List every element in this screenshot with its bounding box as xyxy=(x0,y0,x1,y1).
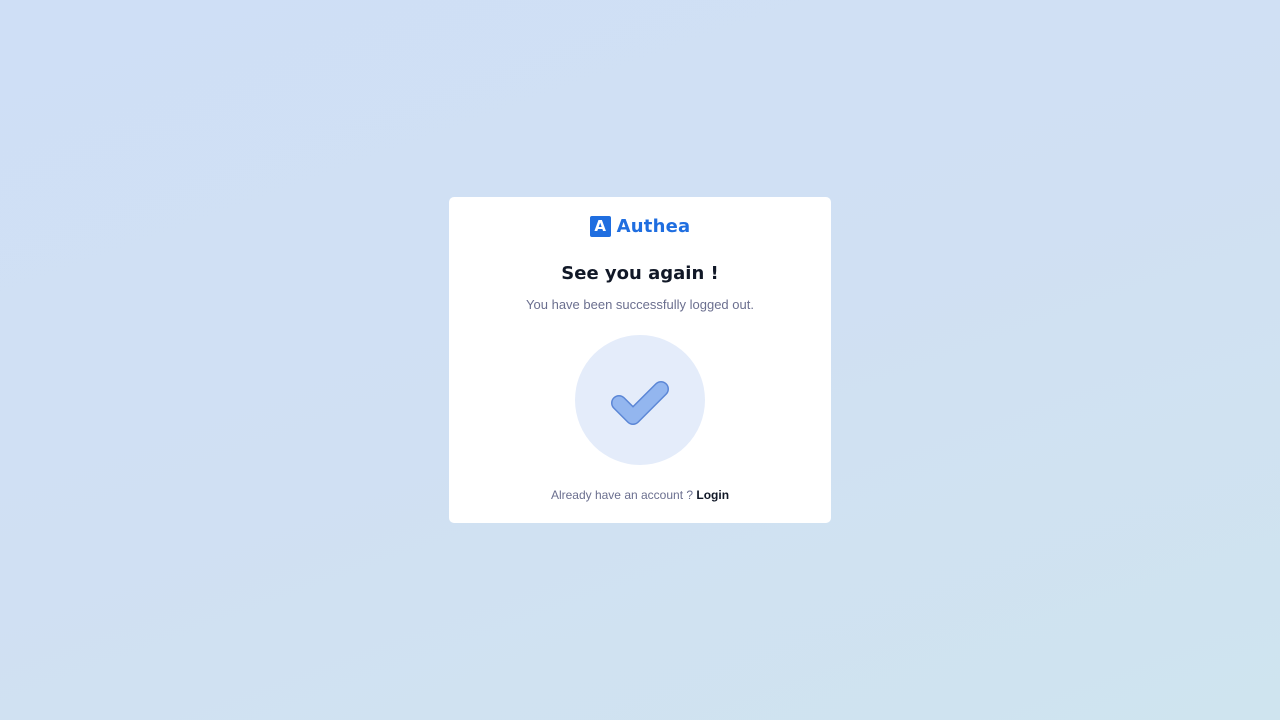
login-prompt-text: Already have an account ? xyxy=(550,488,694,502)
success-illustration xyxy=(575,335,705,465)
login-prompt: Already have an account ? Login xyxy=(449,488,831,502)
logout-message: You have been successfully logged out. xyxy=(526,297,754,312)
brand-name: Authea xyxy=(616,216,691,237)
page-title: See you again ! xyxy=(561,263,719,284)
logout-card: A Authea See you again ! You have been s… xyxy=(449,197,831,523)
login-link[interactable]: Login xyxy=(696,488,729,502)
brand-logo[interactable]: A Authea xyxy=(449,216,831,237)
brand-mark-icon: A xyxy=(589,216,611,237)
check-icon xyxy=(611,381,669,425)
